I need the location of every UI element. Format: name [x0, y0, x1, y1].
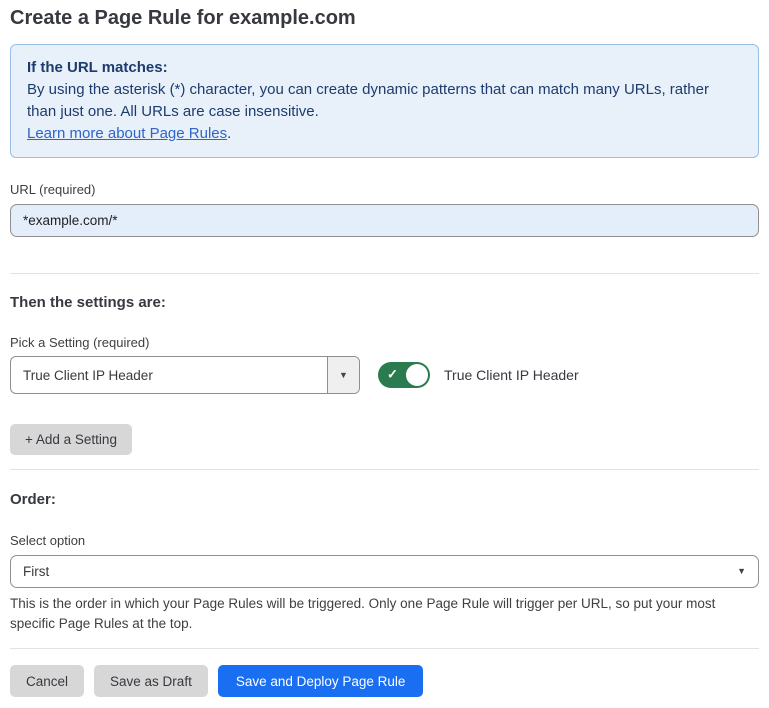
- page-title: Create a Page Rule for example.com: [10, 6, 759, 30]
- order-help-text: This is the order in which your Page Rul…: [10, 594, 759, 634]
- order-select-label: Select option: [10, 533, 759, 548]
- setting-select[interactable]: True Client IP Header ▼: [10, 356, 360, 394]
- learn-more-link[interactable]: Learn more about Page Rules: [27, 125, 227, 142]
- setting-select-arrow-button[interactable]: ▼: [327, 357, 359, 393]
- settings-section-heading: Then the settings are:: [10, 294, 759, 312]
- link-suffix: .: [227, 125, 231, 142]
- add-setting-button[interactable]: + Add a Setting: [10, 424, 132, 455]
- url-input[interactable]: [10, 204, 759, 237]
- cancel-button[interactable]: Cancel: [10, 665, 84, 697]
- setting-toggle[interactable]: ✓: [378, 362, 430, 388]
- page-rule-form: Create a Page Rule for example.com If th…: [0, 0, 769, 697]
- save-and-deploy-button[interactable]: Save and Deploy Page Rule: [218, 665, 424, 697]
- setting-select-value: True Client IP Header: [11, 357, 327, 393]
- chevron-down-icon: ▼: [737, 567, 746, 576]
- info-box-heading: If the URL matches:: [27, 57, 742, 79]
- check-icon: ✓: [387, 367, 398, 383]
- chevron-down-icon: ▼: [339, 371, 348, 380]
- order-section-heading: Order:: [10, 491, 759, 509]
- divider: [10, 469, 759, 470]
- info-box-link-line: Learn more about Page Rules.: [27, 123, 742, 145]
- url-field-label: URL (required): [10, 182, 759, 197]
- info-box-body: By using the asterisk (*) character, you…: [27, 79, 742, 123]
- toggle-knob: [406, 364, 428, 386]
- divider: [10, 273, 759, 274]
- order-select[interactable]: First ▼: [10, 555, 759, 588]
- order-select-value: First: [23, 564, 49, 579]
- setting-toggle-label: True Client IP Header: [444, 367, 579, 383]
- save-as-draft-button[interactable]: Save as Draft: [94, 665, 208, 697]
- footer-actions: Cancel Save as Draft Save and Deploy Pag…: [10, 665, 759, 697]
- url-match-info-box: If the URL matches: By using the asteris…: [10, 44, 759, 158]
- divider: [10, 648, 759, 649]
- setting-row: True Client IP Header ▼ ✓ True Client IP…: [10, 356, 759, 394]
- setting-picker-label: Pick a Setting (required): [10, 335, 759, 350]
